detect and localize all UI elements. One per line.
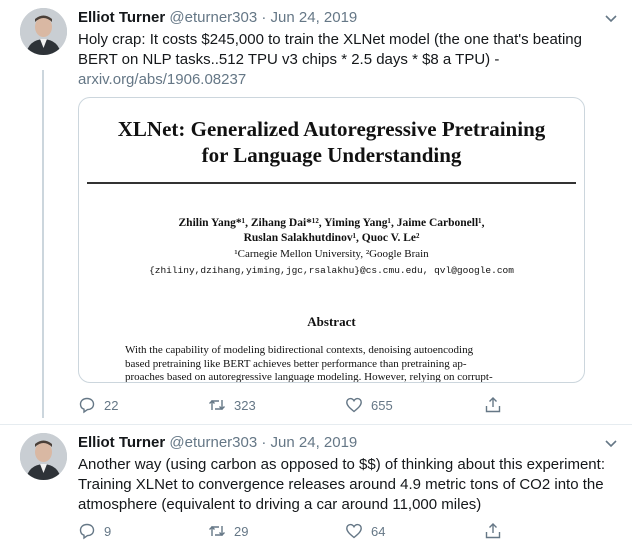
reply-icon [79, 397, 95, 414]
author-name[interactable]: Elliot Turner [78, 9, 165, 26]
share-icon [485, 397, 501, 413]
tweet-body: Another way (using carbon as opposed to … [78, 456, 605, 513]
tweet-date[interactable]: Jun 24, 2019 [271, 434, 358, 451]
tweet-divider [0, 424, 632, 425]
separator-dot: · [261, 434, 267, 451]
retweet-button[interactable]: 29 [208, 521, 248, 541]
paper-preview-image: XLNet: Generalized Autoregressive Pretra… [79, 98, 584, 382]
paper-abstract-line-3: proaches based on autoregressive languag… [125, 371, 493, 383]
author-handle[interactable]: @eturner303 [169, 9, 257, 26]
reply-count: 9 [104, 523, 112, 539]
author-name[interactable]: Elliot Turner [78, 434, 165, 451]
paper-title-line-2: for Language Understanding [201, 143, 462, 167]
paper-abstract-line-1: With the capability of modeling bidirect… [125, 344, 474, 356]
tweet-text: Another way (using carbon as opposed to … [78, 455, 608, 515]
caret-down-icon[interactable] [604, 11, 618, 25]
like-icon [346, 397, 362, 413]
tweet-date[interactable]: Jun 24, 2019 [271, 9, 358, 26]
retweet-count: 323 [234, 397, 256, 413]
paper-emails: {zhiliny,dzihang,yiming,jgc,rsalakhu}@cs… [149, 265, 514, 276]
paper-abstract: With the capability of modeling bidirect… [125, 344, 540, 383]
separator-dot: · [261, 9, 267, 26]
retweet-button[interactable]: 323 [208, 395, 256, 415]
tweet-header: Elliot Turner @eturner303 · Jun 24, 2019 [78, 434, 357, 452]
tweet-body: Holy crap: It costs $245,000 to train th… [78, 31, 582, 68]
paper-affiliations: ¹Carnegie Mellon University, ²Google Bra… [234, 248, 429, 260]
retweet-count: 29 [234, 523, 249, 539]
like-icon [346, 523, 362, 539]
paper-rule [87, 182, 576, 184]
caret-down-icon[interactable] [604, 436, 618, 450]
share-button[interactable] [484, 395, 502, 415]
thread-connector-line [42, 70, 44, 418]
avatar[interactable] [20, 8, 67, 55]
paper-title: XLNet: Generalized Autoregressive Pretra… [79, 116, 584, 168]
reply-button[interactable]: 22 [78, 395, 118, 415]
paper-abstract-heading: Abstract [307, 314, 356, 329]
paper-authors-line-1: Zhilin Yang*¹, Zihang Dai*¹², Yiming Yan… [178, 217, 485, 229]
share-button[interactable] [484, 521, 502, 541]
reply-button[interactable]: 9 [78, 521, 111, 541]
author-handle[interactable]: @eturner303 [169, 434, 257, 451]
paper-authors: Zhilin Yang*¹, Zihang Dai*¹², Yiming Yan… [79, 216, 584, 246]
reply-icon [79, 523, 95, 540]
paper-preview-card[interactable]: XLNet: Generalized Autoregressive Pretra… [78, 97, 585, 383]
tweet-text: Holy crap: It costs $245,000 to train th… [78, 30, 608, 90]
like-count: 64 [371, 523, 386, 539]
paper-abstract-line-2: based pretraining like BERT achieves bet… [125, 357, 467, 370]
paper-authors-line-2: Ruslan Salakhutdinov¹, Quoc V. Le² [243, 232, 420, 244]
avatar-image [20, 433, 67, 480]
tweet-header: Elliot Turner @eturner303 · Jun 24, 2019 [78, 9, 357, 27]
avatar[interactable] [20, 433, 67, 480]
paper-title-line-1: XLNet: Generalized Autoregressive Pretra… [117, 117, 546, 141]
like-count: 655 [371, 397, 393, 413]
retweet-icon [209, 526, 225, 536]
retweet-icon [209, 400, 225, 410]
like-button[interactable]: 655 [345, 395, 393, 415]
reply-count: 22 [104, 397, 119, 413]
tweet-link[interactable]: arxiv.org/abs/1906.08237 [78, 70, 608, 90]
avatar-image [20, 8, 67, 55]
share-icon [485, 523, 501, 539]
like-button[interactable]: 64 [345, 521, 385, 541]
